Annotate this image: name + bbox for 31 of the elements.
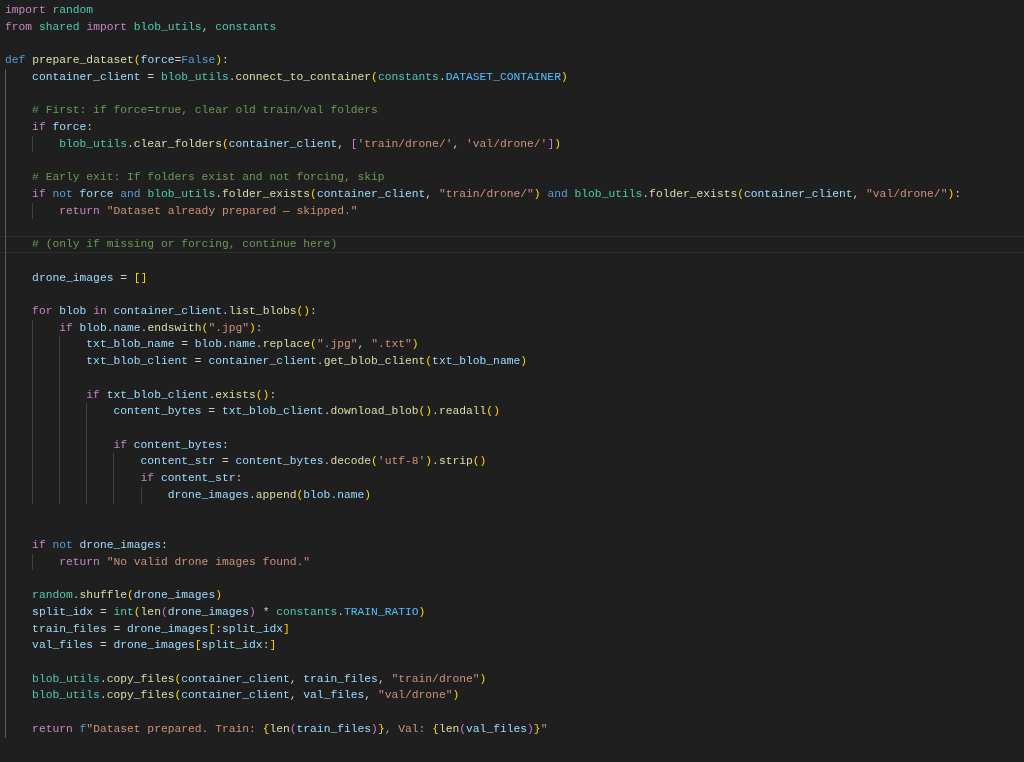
code-line: if content_bytes: <box>113 437 229 453</box>
code-line: if force: <box>32 120 94 136</box>
code-line: from shared import blob_utils, constants <box>5 19 277 35</box>
code-line: txt_blob_client = container_client.get_blob_client(txt_blob_name) <box>86 354 528 370</box>
code-comment: # First: if force=true, clear old train/val folders <box>32 103 378 119</box>
code-line: content_str = content_bytes.decode('utf-8').strip() <box>140 454 487 470</box>
code-line: if txt_blob_client.exists(): <box>86 387 277 403</box>
code-line: content_bytes = txt_blob_client.download_blob().readall() <box>113 404 500 420</box>
code-line: val_files = drone_images[split_idx:] <box>32 638 277 654</box>
code-line: drone_images = [] <box>32 270 148 286</box>
code-line: return "No valid drone images found." <box>59 554 311 570</box>
code-line: random.shuffle(drone_images) <box>32 588 222 604</box>
code-line: if not drone_images: <box>32 538 168 553</box>
code-line: blob_utils.clear_folders(container_client, ['train/drone/', 'val/drone/']) <box>59 136 561 152</box>
code-line: train_files = drone_images[:split_idx] <box>32 621 290 637</box>
code-comment: # (only if missing or forcing, continue here) <box>32 237 338 253</box>
code-line: if not force and blob_utils.folder_exists(container_client, "train/drone/") and blob_utils.folder_exists(container_client, "val/drone/"): <box>32 186 961 202</box>
code-line: return "Dataset already prepared — skipped." <box>59 203 358 219</box>
code-comment: # Early exit: If folders exist and not forcing, skip <box>32 170 385 186</box>
code-line: def prepare_dataset(force=False): <box>5 53 229 69</box>
code-line: blob_utils.copy_files(container_client, train_files, "train/drone") <box>32 671 487 687</box>
code-line: split_idx = int(len(drone_images) * constants.TRAIN_RATIO) <box>32 604 426 620</box>
code-line: container_client = blob_utils.connect_to_container(constants.DATASET_CONTAINER) <box>32 69 568 85</box>
code-line: drone_images.append(blob.name) <box>167 487 372 503</box>
code-line: if content_str: <box>140 471 243 487</box>
code-line: if blob.name.endswith(".jpg"): <box>59 320 263 336</box>
code-line: txt_blob_name = blob.name.replace(".jpg", ".txt") <box>86 337 419 353</box>
code-line: blob_utils.copy_files(container_client, val_files, "val/drone") <box>32 688 460 704</box>
code-line: return f"Dataset prepared. Train: {len(train_files)}, Val: {len(val_files)}" <box>32 721 548 737</box>
code-line: for blob in container_client.list_blobs(): <box>32 303 317 319</box>
code-line: import random <box>5 3 94 18</box>
